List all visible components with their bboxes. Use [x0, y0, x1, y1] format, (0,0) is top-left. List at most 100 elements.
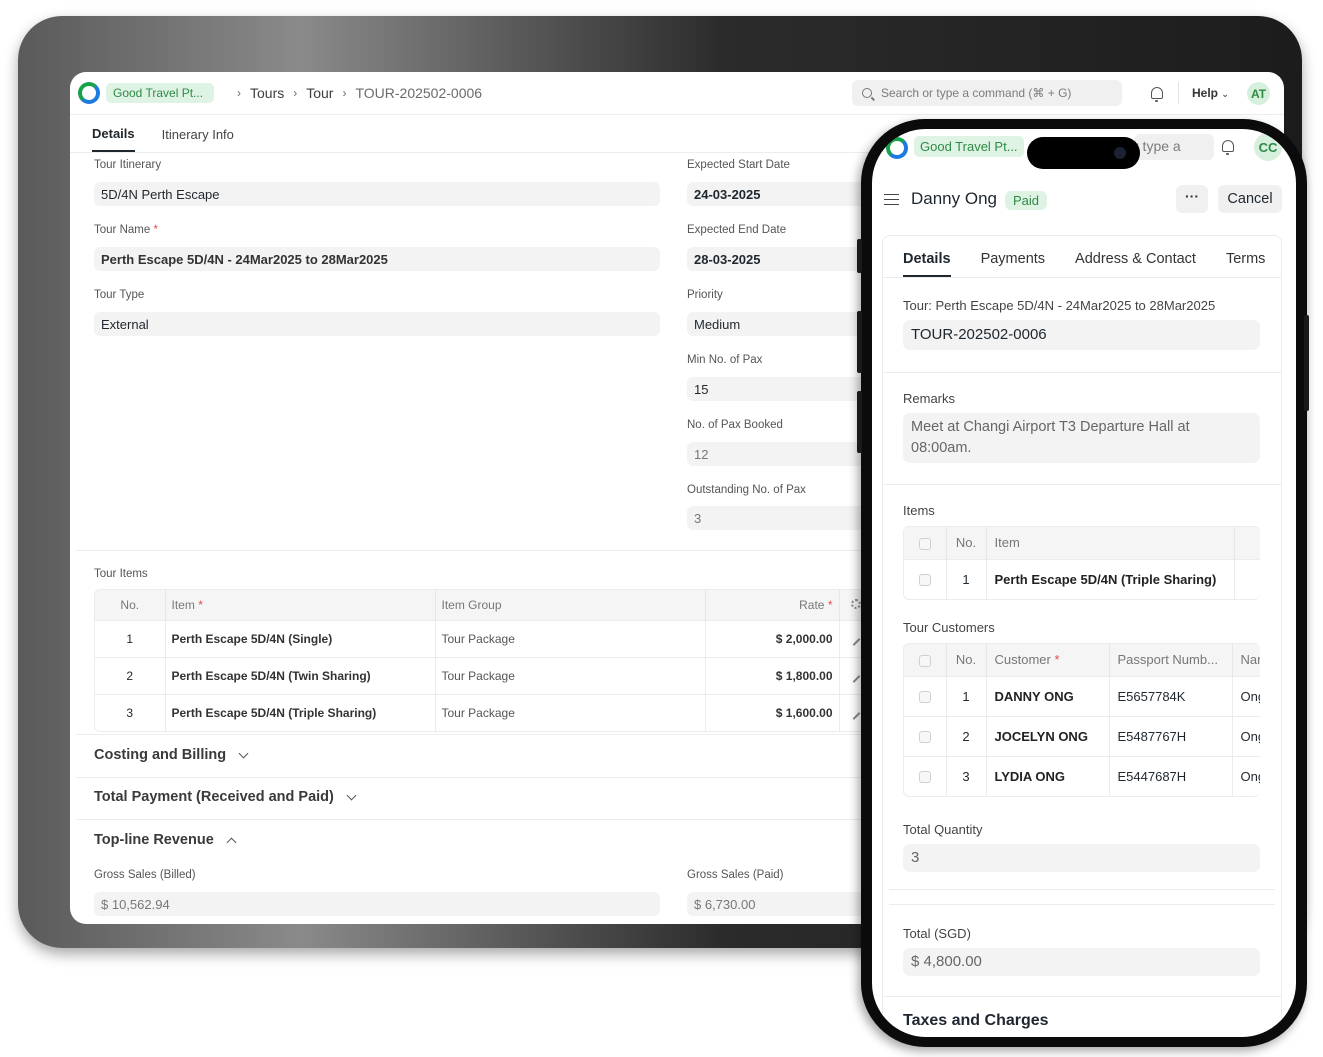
app-logo-icon[interactable] [886, 137, 908, 159]
notification-bell-icon[interactable] [1222, 140, 1234, 155]
phone-side-button [857, 391, 862, 453]
chevron-right-icon: › [293, 86, 298, 100]
more-actions-button[interactable]: ··· [1176, 185, 1208, 213]
section-divider [883, 484, 1281, 485]
required-marker: * [1054, 652, 1060, 668]
edit-icon [852, 637, 860, 646]
col-passport: Passport Numb... [1109, 644, 1233, 676]
breadcrumb-tour[interactable]: Tour [306, 85, 333, 101]
app-logo-icon[interactable] [78, 82, 100, 104]
phone-side-button [857, 311, 862, 373]
col-item-group: Item Group [435, 590, 706, 620]
row-passport[interactable]: E5487767H [1109, 715, 1233, 756]
row-name[interactable]: Ong [1232, 675, 1260, 716]
row-checkbox[interactable] [904, 755, 947, 796]
tour-itinerary-field[interactable]: 5D/4N Perth Escape [94, 182, 660, 206]
row-passport[interactable]: E5657784K [1109, 675, 1233, 716]
help-menu[interactable]: Help ⌄ [1192, 86, 1229, 100]
user-avatar[interactable]: AT [1247, 82, 1270, 105]
row-rate[interactable]: $ 1,800.00 [705, 656, 840, 694]
tab-terms[interactable]: Terms [1226, 251, 1265, 277]
total-quantity-label: Total Quantity [903, 822, 983, 837]
navbar-divider [1178, 82, 1179, 104]
taxes-charges-heading[interactable]: Taxes and Charges [903, 1012, 1049, 1030]
table-row[interactable]: 2 JOCELYN ONG E5487767H Ong [904, 715, 1260, 756]
section-costing-billing[interactable]: Costing and Billing [94, 747, 249, 763]
required-marker: * [198, 597, 203, 612]
form-card: Details Payments Address & Contact Terms… [882, 235, 1282, 1037]
row-item-group[interactable]: Tour Package [435, 619, 706, 657]
row-item[interactable]: Perth Escape 5D/4N (Triple Sharing) [165, 693, 436, 731]
section-total-payment-title: Total Payment (Received and Paid) [94, 789, 334, 805]
tour-itinerary-label: Tour Itinerary [94, 159, 162, 171]
company-switcher[interactable]: Good Travel Pt... [106, 83, 214, 103]
row-rate[interactable]: $ 2,000.00 [705, 619, 840, 657]
edit-icon [852, 711, 860, 720]
table-row[interactable]: 1 Perth Escape 5D/4N (Triple Sharing) [904, 558, 1260, 599]
row-checkbox[interactable] [904, 675, 947, 716]
select-all-checkbox[interactable] [904, 644, 947, 676]
section-divider [883, 372, 1281, 373]
row-item[interactable]: Perth Escape 5D/4N (Twin Sharing) [165, 656, 436, 694]
company-switcher[interactable]: Good Travel Pt... [914, 136, 1024, 157]
phone-device: Good Travel Pt... r type a CC Danny Ong … [857, 119, 1309, 1047]
chevron-down-icon [346, 790, 357, 800]
tour-items-label: Tour Items [94, 568, 148, 580]
row-rate[interactable]: $ 1,600.00 [705, 693, 840, 731]
tab-details[interactable]: Details [92, 126, 135, 152]
col-item: Item [986, 527, 1235, 559]
menu-icon[interactable] [884, 194, 899, 205]
col-no: No. [946, 644, 987, 676]
tab-address-contact[interactable]: Address & Contact [1075, 251, 1196, 277]
row-name[interactable]: Ong [1232, 715, 1260, 756]
search-placeholder: Search or type a command (⌘ + G) [881, 86, 1072, 100]
search-bar[interactable]: Search or type a command (⌘ + G) [852, 80, 1122, 106]
expected-start-label: Expected Start Date [687, 159, 790, 171]
tour-name-field[interactable]: Perth Escape 5D/4N - 24Mar2025 to 28Mar2… [94, 247, 660, 271]
row-item-group[interactable]: Tour Package [435, 693, 706, 731]
items-table: No. Item 1 Perth Escape 5D/4N (Triple Sh… [903, 526, 1260, 600]
status-badge: Paid [1005, 191, 1048, 210]
outstanding-pax-label: Outstanding No. of Pax [687, 484, 806, 496]
tour-field[interactable]: TOUR-202502-0006 [903, 320, 1260, 350]
table-row[interactable]: 1 DANNY ONG E5657784K Ong [904, 675, 1260, 716]
chevron-down-icon [238, 748, 249, 758]
search-bar[interactable]: r type a [1134, 134, 1214, 160]
tour-label: Tour: Perth Escape 5D/4N - 24Mar2025 to … [903, 298, 1216, 313]
row-customer[interactable]: LYDIA ONG [986, 755, 1110, 796]
phone-screen: Good Travel Pt... r type a CC Danny Ong … [872, 129, 1296, 1037]
form-tabs: Details Payments Address & Contact Terms [883, 236, 1281, 278]
select-all-checkbox[interactable] [904, 527, 947, 559]
phone-side-button [857, 239, 862, 273]
section-divider [889, 889, 1275, 890]
checkbox-icon [918, 574, 931, 587]
breadcrumb-tours[interactable]: Tours [250, 85, 284, 101]
row-customer[interactable]: DANNY ONG [986, 675, 1110, 716]
table-row[interactable]: 3 LYDIA ONG E5447687H Ong [904, 755, 1260, 796]
cancel-button[interactable]: Cancel [1218, 185, 1282, 213]
row-item-group[interactable]: Tour Package [435, 656, 706, 694]
section-topline-revenue[interactable]: Top-line Revenue [94, 832, 237, 848]
remarks-field[interactable]: Meet at Changi Airport T3 Departure Hall… [903, 413, 1260, 463]
tab-payments[interactable]: Payments [981, 251, 1045, 277]
checkbox-icon [918, 691, 931, 704]
row-item[interactable]: Perth Escape 5D/4N (Triple Sharing) [986, 558, 1235, 599]
row-no: 1 [95, 619, 166, 657]
notification-bell-icon[interactable] [1151, 87, 1163, 102]
row-name[interactable]: Ong [1232, 755, 1260, 796]
tab-details[interactable]: Details [903, 251, 951, 277]
row-passport[interactable]: E5447687H [1109, 755, 1233, 796]
section-total-payment[interactable]: Total Payment (Received and Paid) [94, 789, 357, 805]
tour-type-field[interactable]: External [94, 312, 660, 336]
row-no: 3 [95, 693, 166, 731]
row-checkbox[interactable] [904, 558, 947, 599]
tour-type-label: Tour Type [94, 289, 145, 301]
col-no: No. [946, 527, 987, 559]
user-avatar[interactable]: CC [1254, 133, 1282, 161]
tab-itinerary-info[interactable]: Itinerary Info [162, 127, 234, 152]
row-item[interactable]: Perth Escape 5D/4N (Single) [165, 619, 436, 657]
total-sgd-label: Total (SGD) [903, 926, 971, 941]
row-checkbox[interactable] [904, 715, 947, 756]
required-marker: * [153, 224, 158, 236]
row-customer[interactable]: JOCELYN ONG [986, 715, 1110, 756]
